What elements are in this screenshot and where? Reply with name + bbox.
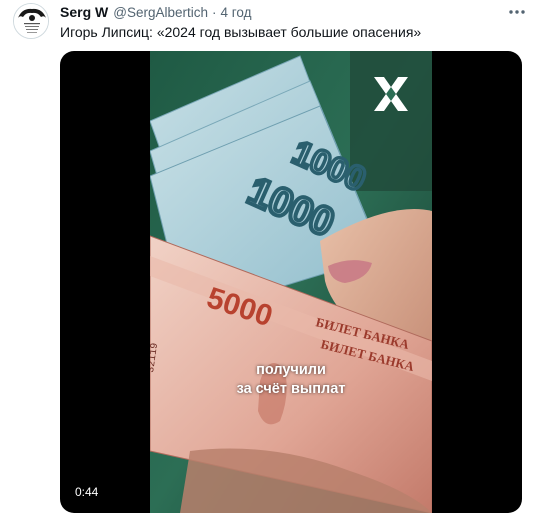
video-thumbnail: 1000 1000 5000 БИЛЕТ БАНКА БИЛЕТ БАНКА 3… — [150, 51, 432, 513]
more-options-button[interactable] — [505, 2, 529, 22]
x-shaped-brand-logo-icon — [370, 73, 412, 115]
avatar-image — [14, 4, 48, 38]
video-frame[interactable]: 1000 1000 5000 БИЛЕТ БАНКА БИЛЕТ БАНКА 3… — [150, 51, 432, 513]
separator-dot: · — [211, 4, 217, 20]
caption-line-1: получили — [256, 362, 326, 378]
tweet-time[interactable]: 4 год — [220, 5, 251, 20]
more-horizontal-icon — [509, 10, 525, 14]
tweet: Serg W @SergAlbertich · 4 год Игорь Липс… — [0, 0, 550, 521]
video-duration-badge: 0:44 — [70, 482, 104, 502]
tweet-header: Serg W @SergAlbertich · 4 год — [60, 3, 251, 21]
caption-line-2: за счёт выплат — [236, 381, 346, 397]
avatar[interactable] — [13, 3, 49, 39]
video-player[interactable]: 1000 1000 5000 БИЛЕТ БАНКА БИЛЕТ БАНКА 3… — [60, 51, 522, 513]
author-name[interactable]: Serg W — [60, 4, 108, 20]
video-caption: получили за счёт выплат — [150, 361, 432, 399]
author-handle[interactable]: @SergAlbertich — [113, 5, 208, 20]
tweet-text: Игорь Липсиц: «2024 год вызывает большие… — [60, 24, 422, 40]
